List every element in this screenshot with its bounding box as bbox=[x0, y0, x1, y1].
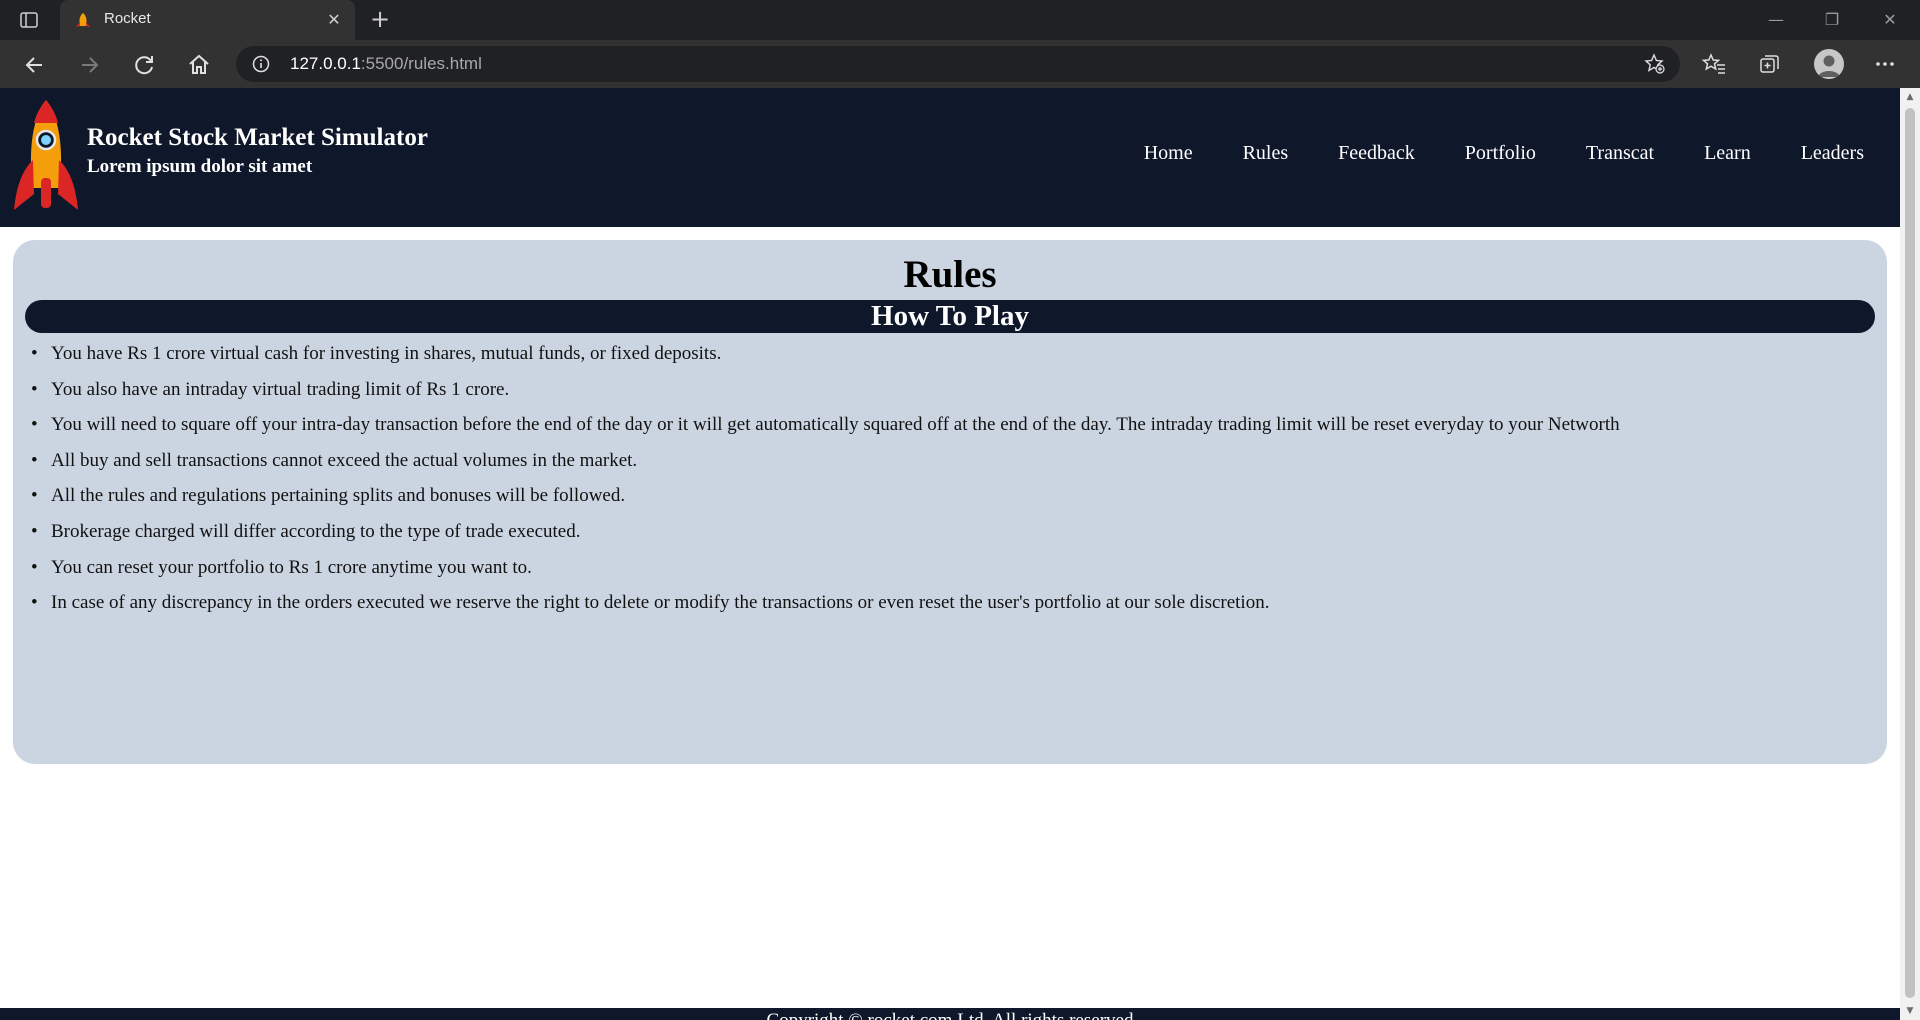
rule-item: You can reset your portfolio to Rs 1 cro… bbox=[31, 557, 1867, 593]
new-tab-button[interactable]: + bbox=[368, 7, 392, 32]
address-bar[interactable]: 127.0.0.1:5500/rules.html bbox=[236, 46, 1680, 82]
minimize-button[interactable]: — bbox=[1764, 8, 1788, 32]
site-footer: Copyright © rocket.com Ltd. All rights r… bbox=[0, 1008, 1900, 1020]
scroll-thumb[interactable] bbox=[1905, 108, 1915, 998]
browser-toolbar: 127.0.0.1:5500/rules.html bbox=[0, 40, 1920, 88]
tab-close-icon[interactable]: ✕ bbox=[325, 11, 343, 29]
favorites-icon[interactable] bbox=[1701, 51, 1727, 77]
rule-item: In case of any discrepancy in the orders… bbox=[31, 592, 1867, 628]
url-path: :5500/rules.html bbox=[360, 54, 482, 73]
tab-actions-icon[interactable] bbox=[18, 9, 40, 31]
restore-button[interactable]: ❐ bbox=[1820, 8, 1844, 32]
more-icon[interactable] bbox=[1872, 51, 1898, 77]
add-favorite-icon[interactable] bbox=[1644, 53, 1666, 75]
brand-title: Rocket Stock Market Simulator bbox=[87, 124, 428, 151]
profile-icon[interactable] bbox=[1814, 49, 1844, 79]
browser-tab-active[interactable]: Rocket ✕ bbox=[60, 0, 355, 40]
nav-feedback[interactable]: Feedback bbox=[1338, 142, 1415, 165]
scroll-up-icon[interactable]: ▲ bbox=[1904, 92, 1916, 102]
tab-title: Rocket bbox=[104, 10, 151, 27]
rules-card: Rules How To Play You have Rs 1 crore vi… bbox=[13, 240, 1887, 764]
rocket-logo-icon[interactable] bbox=[12, 98, 80, 213]
how-to-play-banner: How To Play bbox=[25, 300, 1875, 333]
site-info-icon[interactable] bbox=[252, 55, 270, 73]
rocket-favicon-icon bbox=[76, 13, 90, 27]
rule-item: You also have an intraday virtual tradin… bbox=[31, 379, 1867, 415]
rule-item: Brokerage charged will differ according … bbox=[31, 521, 1867, 557]
home-icon[interactable] bbox=[186, 52, 212, 78]
close-window-button[interactable]: ✕ bbox=[1878, 8, 1902, 32]
nav-leaders[interactable]: Leaders bbox=[1801, 142, 1864, 165]
site-header: Rocket Stock Market Simulator Lorem ipsu… bbox=[0, 88, 1900, 227]
back-icon[interactable] bbox=[22, 52, 48, 78]
page-viewport: Rocket Stock Market Simulator Lorem ipsu… bbox=[0, 88, 1900, 1020]
rule-item: You have Rs 1 crore virtual cash for inv… bbox=[31, 343, 1867, 379]
browser-tab-bar: Rocket ✕ + — ❐ ✕ bbox=[0, 0, 1920, 40]
how-to-play-heading: How To Play bbox=[871, 300, 1029, 332]
nav-transcat[interactable]: Transcat bbox=[1586, 142, 1654, 165]
url-text: 127.0.0.1:5500/rules.html bbox=[290, 54, 482, 73]
scroll-down-icon[interactable]: ▼ bbox=[1904, 1006, 1916, 1016]
main-nav: Home Rules Feedback Portfolio Transcat L… bbox=[1094, 138, 1864, 168]
collections-icon[interactable] bbox=[1757, 51, 1783, 77]
copyright-text: Copyright © rocket.com Ltd. All rights r… bbox=[0, 1010, 1900, 1020]
nav-portfolio[interactable]: Portfolio bbox=[1465, 142, 1536, 165]
nav-rules[interactable]: Rules bbox=[1243, 142, 1289, 165]
nav-home[interactable]: Home bbox=[1144, 142, 1193, 165]
nav-learn[interactable]: Learn bbox=[1704, 142, 1751, 165]
page-title: Rules bbox=[903, 253, 997, 296]
forward-icon[interactable] bbox=[76, 52, 102, 78]
rule-item: All the rules and regulations pertaining… bbox=[31, 485, 1867, 521]
page-scrollbar[interactable]: ▲ ▼ bbox=[1900, 88, 1920, 1020]
refresh-icon[interactable] bbox=[131, 52, 157, 78]
rule-item: You will need to square off your intra-d… bbox=[31, 414, 1867, 450]
rule-item: All buy and sell transactions cannot exc… bbox=[31, 450, 1867, 486]
rules-list: You have Rs 1 crore virtual cash for inv… bbox=[31, 343, 1867, 628]
brand-subtitle: Lorem ipsum dolor sit amet bbox=[87, 156, 313, 177]
